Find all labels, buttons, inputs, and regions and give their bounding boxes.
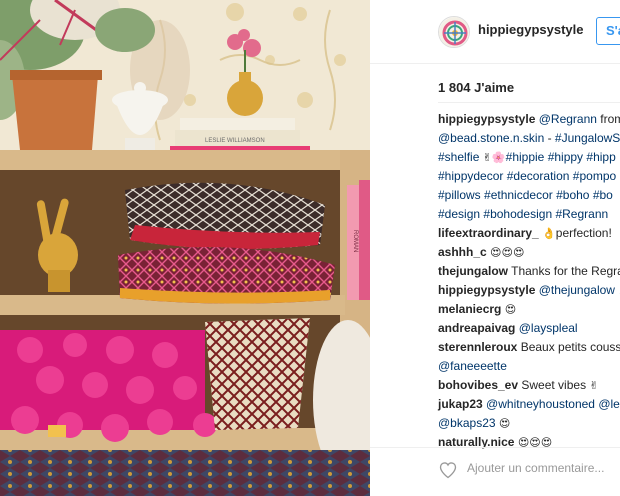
comment-item: ashhh_c 😍😍😍 <box>438 243 620 262</box>
post-caption: hippiegypsystyle @Regrann from @bead.ston… <box>438 110 620 224</box>
comment-username[interactable]: lifeextraordinary_ <box>438 226 539 240</box>
likes-count[interactable]: 1 804 J'aime <box>438 80 514 95</box>
comment-item: jukap23 @whitneyhoustoned @le <box>438 395 620 414</box>
emoji: 😍 <box>504 303 517 316</box>
follow-button[interactable]: S'a <box>596 17 620 45</box>
hashtag-or-mention-link[interactable]: #ethnicdecor <box>484 188 553 202</box>
book-spine-roman: ROMAN <box>352 230 358 252</box>
divider <box>438 102 620 103</box>
caption-line: #hippydecor #decoration #pompo <box>438 167 620 186</box>
comment-username[interactable]: sterennleroux <box>438 340 517 354</box>
comment-item: andreapaivag @layspleal <box>438 319 620 338</box>
emoji: 😍😍😍 <box>490 246 525 259</box>
caption-line: #shelfie ✌🌸#hippie #hippy #hipp <box>438 148 620 167</box>
post-side-panel: hippiegypsystyle S'a 1 804 J'aime hippie… <box>370 0 620 496</box>
post-photo[interactable]: LESLIE WILLIAMSON ROMAN <box>0 0 370 496</box>
comment-username[interactable]: ashhh_c <box>438 245 487 259</box>
comment-username[interactable]: thejungalow <box>438 264 508 278</box>
post-photo-illustration: LESLIE WILLIAMSON ROMAN <box>0 0 370 496</box>
comment-item: @bkaps23 😍 <box>438 414 620 433</box>
hashtag-or-mention-link[interactable]: #hippy <box>548 150 583 164</box>
hashtag-or-mention-link[interactable]: #Regrann <box>555 207 608 221</box>
hashtag-or-mention-link[interactable]: @thejungalow <box>539 283 615 297</box>
caption-line: hippiegypsystyle @Regrann from <box>438 110 620 129</box>
caption-line: #design #bohodesign #Regrann <box>438 205 620 224</box>
comment-username[interactable]: andreapaivag <box>438 321 515 335</box>
hashtag-or-mention-link[interactable]: #JungalowS <box>555 131 620 145</box>
caption-line: @bead.stone.n.skin - #JungalowS <box>438 129 620 148</box>
hashtag-or-mention-link[interactable]: #boho <box>556 188 589 202</box>
hashtag-or-mention-link[interactable]: #decoration <box>507 169 570 183</box>
comment-username[interactable]: melaniecrg <box>438 302 501 316</box>
hashtag-or-mention-link[interactable]: #hipp <box>586 150 615 164</box>
hashtag-or-mention-link[interactable]: #hippie <box>506 150 545 164</box>
comment-thread: lifeextraordinary_ 👌perfection! ashhh_c 😍… <box>438 224 620 452</box>
comment-username[interactable]: bohovibes_ev <box>438 378 518 392</box>
hashtag-or-mention-link[interactable]: @Regrann <box>539 112 597 126</box>
add-comment-input[interactable]: Ajouter un commentaire... <box>467 461 604 475</box>
comment-footer: Ajouter un commentaire... <box>370 447 620 496</box>
hashtag-or-mention-link[interactable]: #design <box>438 207 480 221</box>
hashtag-or-mention-link[interactable]: #bohodesign <box>483 207 552 221</box>
hashtag-or-mention-link[interactable]: @whitneyhoustoned <box>486 397 595 411</box>
hashtag-or-mention-link[interactable]: @bead.stone.n.skin <box>438 131 544 145</box>
hashtag-or-mention-link[interactable]: #hippydecor <box>438 169 503 183</box>
emoji: 👌 <box>542 227 556 240</box>
hashtag-or-mention-link[interactable]: #pillows <box>438 188 481 202</box>
book-spine-text: LESLIE WILLIAMSON <box>205 138 265 144</box>
comment-item: melaniecrg 😍 <box>438 300 620 319</box>
hashtag-or-mention-link[interactable]: @layspleal <box>519 321 578 335</box>
avatar[interactable] <box>438 16 470 48</box>
hashtag-or-mention-link[interactable]: @bkaps23 <box>438 416 496 430</box>
heart-icon[interactable] <box>438 460 458 480</box>
comment-text: - <box>544 131 555 145</box>
hashtag-or-mention-link[interactable]: #bo <box>593 188 613 202</box>
emoji: ✌🌸 <box>482 151 506 164</box>
comment-username[interactable]: jukap23 <box>438 397 483 411</box>
comment-text: Beaux petits couss <box>517 340 620 354</box>
hashtag-or-mention-link[interactable]: @faneeeette <box>438 359 507 373</box>
hashtag-or-mention-link[interactable]: #shelfie <box>438 150 479 164</box>
avatar-logo-icon <box>439 17 469 47</box>
comment-item: bohovibes_ev Sweet vibes ✌ <box>438 376 620 395</box>
comment-text: perfection! <box>555 226 612 240</box>
hashtag-or-mention-link[interactable]: #pompo <box>573 169 616 183</box>
hashtag-or-mention-link[interactable]: @le <box>598 397 620 411</box>
comment-item: hippiegypsystyle @thejungalow 🙏 <box>438 281 620 300</box>
comment-username[interactable]: hippiegypsystyle <box>438 283 535 297</box>
post-username[interactable]: hippiegypsystyle <box>478 22 583 37</box>
comment-text: Thanks for the Regra <box>508 264 620 278</box>
comment-item: @faneeeette <box>438 357 620 376</box>
comment-username[interactable]: hippiegypsystyle <box>438 112 535 126</box>
emoji: 😍 <box>498 417 511 430</box>
post-header: hippiegypsystyle S'a <box>370 0 620 64</box>
comment-item: sterennleroux Beaux petits couss <box>438 338 620 357</box>
comments-list: hippiegypsystyle @Regrann from @bead.ston… <box>438 110 620 452</box>
comment-item: thejungalow Thanks for the Regra <box>438 262 620 281</box>
comment-item: lifeextraordinary_ 👌perfection! <box>438 224 620 243</box>
emoji: ✌ <box>589 379 599 392</box>
caption-line: #pillows #ethnicdecor #boho #bo <box>438 186 620 205</box>
comment-text: Sweet vibes <box>518 378 590 392</box>
comment-text: from <box>600 112 620 126</box>
